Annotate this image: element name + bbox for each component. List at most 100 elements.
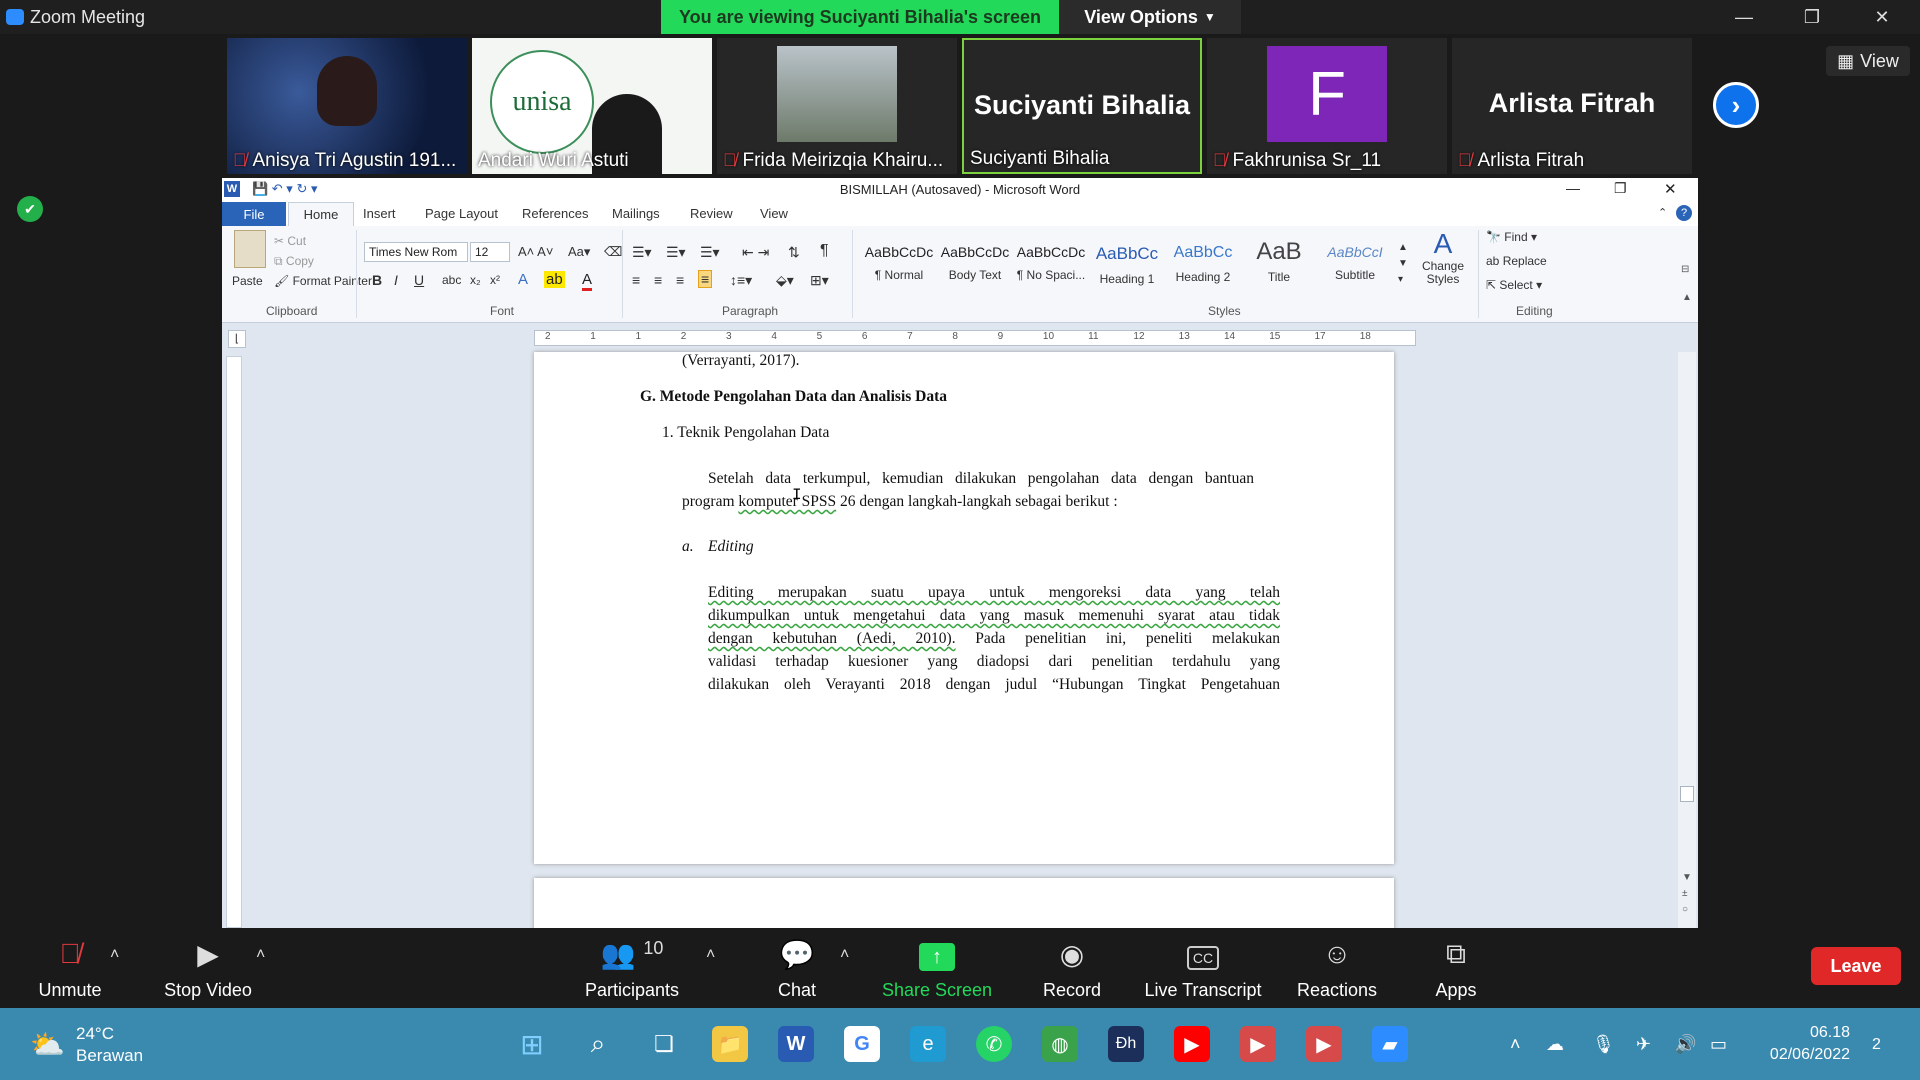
style-subtitle[interactable]: AaBbCcI Subtitle [1318, 238, 1392, 290]
font-name-dropdown[interactable]: Times New Rom [364, 242, 468, 262]
zoom-taskbar-icon[interactable]: ▰ [1372, 1026, 1408, 1062]
show-formatting-icon[interactable]: ¶ [820, 242, 829, 260]
cut-button[interactable]: ✂ Cut [274, 234, 306, 248]
task-view-icon[interactable]: ❏ [646, 1026, 682, 1062]
style-no-spacing[interactable]: AaBbCcDc ¶ No Spaci... [1014, 238, 1088, 290]
justify-icon[interactable]: ≡ [698, 270, 713, 288]
onedrive-icon[interactable]: ☁ [1546, 1034, 1564, 1055]
apps-button[interactable]: ⧉ Apps [1428, 938, 1484, 1001]
clear-formatting-icon[interactable]: ⌫ [604, 244, 622, 260]
tab-selector-icon[interactable]: ⌊ [228, 330, 246, 348]
close-button[interactable]: ✕ [1862, 4, 1902, 30]
highlight-color-icon[interactable]: ab [544, 271, 565, 288]
previous-page-icon[interactable]: ± [1682, 888, 1688, 899]
restore-button[interactable]: ❐ [1792, 4, 1832, 30]
find-button[interactable]: 🔭 Find ▾ [1486, 230, 1537, 244]
participant-tile[interactable]: 🎙̸ Anisya Tri Agustin 191... [227, 38, 467, 174]
record-button[interactable]: ◉ Record [1040, 938, 1104, 1001]
vertical-scrollbar[interactable]: ⊟ ▲ ▼ ± ○ [1678, 264, 1696, 928]
video-options-caret[interactable]: ˄ [256, 946, 265, 964]
search-icon[interactable]: ⌕ [580, 1026, 616, 1062]
weather-desc[interactable]: Berawan [76, 1046, 143, 1066]
video-player-icon[interactable]: ▶ [1240, 1026, 1276, 1062]
unmute-button[interactable]: 🎙̸ Unmute [30, 938, 110, 1001]
scrollbar-thumb[interactable] [1680, 786, 1694, 802]
reactions-button[interactable]: ☺ Reactions [1292, 938, 1382, 1001]
align-right-icon[interactable]: ≡ [676, 272, 684, 288]
windows-start-icon[interactable]: ⊞ [514, 1026, 550, 1062]
notification-count[interactable]: 2 [1872, 1036, 1881, 1054]
style-body-text[interactable]: AaBbCcDc Body Text [938, 238, 1012, 290]
align-center-icon[interactable]: ≡ [654, 272, 662, 288]
strikethrough-button[interactable]: abc [442, 273, 461, 287]
browse-object-icon[interactable]: ○ [1682, 904, 1688, 915]
collapse-ribbon-icon[interactable]: ⌃ [1658, 206, 1667, 219]
word-close-button[interactable]: ✕ [1664, 180, 1677, 198]
chat-options-caret[interactable]: ˄ [840, 946, 849, 964]
shading-icon[interactable]: ⬙▾ [776, 272, 794, 289]
word-taskbar-icon[interactable]: W [778, 1026, 814, 1062]
line-spacing-icon[interactable]: ↕≡▾ [730, 272, 752, 289]
tab-mailings[interactable]: Mailings [612, 206, 660, 221]
horizontal-ruler[interactable]: 2 1 1 2 3 4 5 6 7 8 9 10 11 12 13 14 15 17 18 [534, 330, 1416, 346]
tray-chevron-icon[interactable]: ˄ [1510, 1034, 1521, 1055]
live-transcript-button[interactable]: CC Live Transcript [1140, 938, 1266, 1001]
dh-app-icon[interactable]: Đh [1108, 1026, 1144, 1062]
view-button[interactable]: ▦ View [1826, 46, 1910, 76]
word-minimize-button[interactable]: — [1566, 180, 1580, 196]
participant-tile-active-speaker[interactable]: Suciyanti Bihalia Suciyanti Bihalia [962, 38, 1202, 174]
change-case-button[interactable]: Aa▾ [568, 244, 590, 260]
multilevel-list-icon[interactable]: ☰▾ [700, 244, 720, 261]
indent-icons[interactable]: ⇤ ⇥ [742, 244, 769, 261]
view-options-button[interactable]: View Options ▼ [1059, 0, 1241, 34]
tab-file[interactable]: File [222, 202, 286, 226]
bold-button[interactable]: B [372, 272, 382, 288]
clock-time[interactable]: 06.18 [1756, 1024, 1850, 1042]
grow-shrink-font-buttons[interactable]: A˄ A˅ [518, 244, 553, 259]
paste-button[interactable]: Paste [232, 274, 263, 288]
weather-temp[interactable]: 24°C [76, 1024, 114, 1044]
tab-home[interactable]: Home [288, 202, 354, 226]
battery-icon[interactable]: ▭ [1710, 1034, 1727, 1055]
style-heading-1[interactable]: AaBbCc Heading 1 [1090, 238, 1164, 290]
align-left-icon[interactable]: ≡ [632, 272, 640, 288]
numbering-icon[interactable]: ☰▾ [666, 244, 686, 261]
text-effects-icon[interactable]: A [518, 271, 528, 288]
minimize-button[interactable]: — [1724, 4, 1764, 30]
style-heading-2[interactable]: AaBbCc Heading 2 [1166, 238, 1240, 290]
subscript-button[interactable]: x₂ [470, 273, 481, 287]
edge-icon[interactable]: e [910, 1026, 946, 1062]
sort-icon[interactable]: ⇅ [788, 244, 800, 261]
file-explorer-icon[interactable]: 📁 [712, 1026, 748, 1062]
font-color-icon[interactable]: A [582, 271, 593, 291]
styles-scroll-arrows[interactable]: ▲ ▼ ▾ [1398, 240, 1408, 288]
document-page-next[interactable] [534, 878, 1394, 928]
security-shield-icon[interactable]: ✔ [17, 196, 43, 222]
tab-page-layout[interactable]: Page Layout [425, 206, 498, 221]
italic-button[interactable]: I [394, 272, 398, 288]
video-player-icon-2[interactable]: ▶ [1306, 1026, 1342, 1062]
word-restore-button[interactable]: ❐ [1614, 180, 1627, 197]
chat-button[interactable]: 💬 Chat [772, 938, 822, 1001]
microphone-icon[interactable]: 🎙 [1592, 1034, 1615, 1055]
tab-references[interactable]: References [522, 206, 588, 221]
ruler-toggle-icon[interactable]: ⊟ [1681, 264, 1689, 275]
participant-tile[interactable]: Arlista Fitrah 🎙̸ Arlista Fitrah [1452, 38, 1692, 174]
weather-cloud-icon[interactable]: ⛅ [30, 1028, 65, 1061]
change-styles-button[interactable]: A Change Styles [1418, 228, 1468, 286]
green-app-icon[interactable]: ◍ [1042, 1026, 1078, 1062]
replace-button[interactable]: ab Replace [1486, 254, 1547, 268]
participants-options-caret[interactable]: ˄ [706, 946, 715, 964]
airplane-mode-icon[interactable]: ✈ [1636, 1034, 1651, 1055]
youtube-icon[interactable]: ▶ [1174, 1026, 1210, 1062]
chrome-icon[interactable]: G [844, 1026, 880, 1062]
leave-button[interactable]: Leave [1811, 947, 1901, 985]
clock-date[interactable]: 02/06/2022 [1756, 1046, 1850, 1064]
share-screen-button[interactable]: ↑ Share Screen [880, 938, 994, 1001]
format-painter-button[interactable]: 🖌 Format Painter [274, 274, 372, 288]
tab-review[interactable]: Review [690, 206, 733, 221]
participant-tile[interactable]: F 🎙̸ Fakhrunisa Sr_11 [1207, 38, 1447, 174]
participant-tile[interactable]: unisa Andari Wuri Astuti [472, 38, 712, 174]
participant-tile[interactable]: 🎙̸ Frida Meirizqia Khairu... [717, 38, 957, 174]
underline-button[interactable]: U [414, 272, 424, 288]
